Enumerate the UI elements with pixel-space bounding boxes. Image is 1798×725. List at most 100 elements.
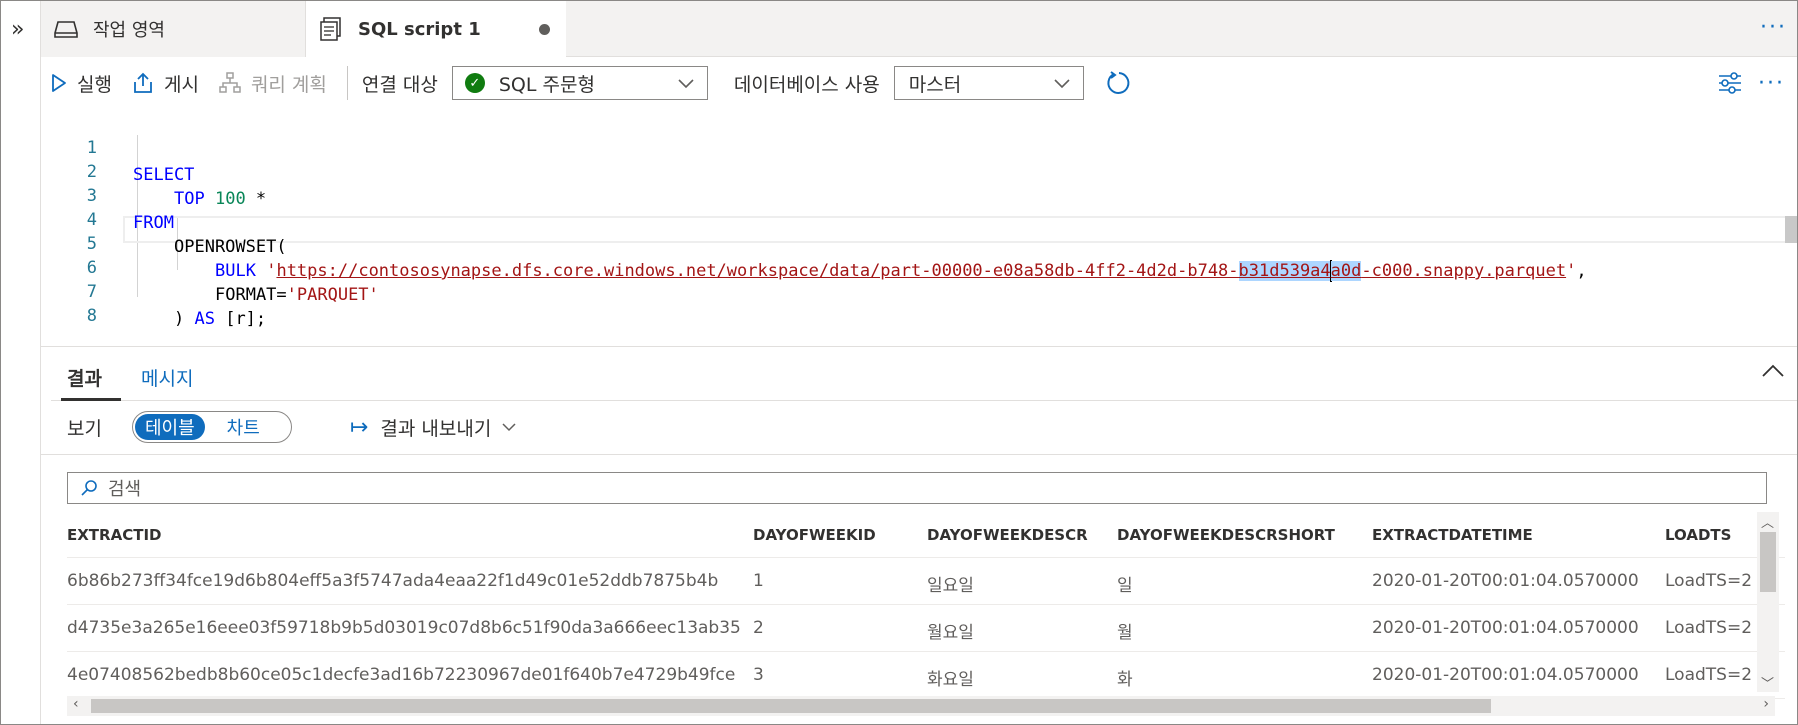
- table-cell: 일: [1117, 576, 1133, 596]
- table-cell: LoadTS=2: [1665, 665, 1753, 685]
- sql-script-icon: [318, 17, 344, 41]
- table-cell: 화: [1117, 670, 1133, 690]
- connection-dropdown[interactable]: ✓ SQL 주문형: [451, 66, 708, 100]
- results-tabs: 결과 메시지: [51, 347, 1797, 401]
- table-cell: 화요일: [927, 670, 974, 690]
- workspace-icon: [53, 18, 79, 40]
- tab-messages[interactable]: 메시지: [141, 364, 193, 391]
- code-line: 5 BULK 'https://contososynapse.dfs.core.…: [41, 204, 1797, 282]
- results-pane: 결과 메시지 보기 테이블 차트 ↦ 결과 내보내기 검색 EXTRACTID …: [41, 346, 1797, 724]
- publish-icon: [134, 72, 152, 93]
- table-cell: d4735e3a265e16eee03f59718b9b5d03019c07d8…: [67, 618, 741, 638]
- export-arrow-icon: ↦: [349, 414, 369, 440]
- vertical-scrollbar[interactable]: ︿ ﹀: [1757, 512, 1779, 692]
- sql-script-window: » 작업 영역 SQL script 1 ··· 실행 게시 쿼리 계획 연결 …: [0, 0, 1798, 725]
- scroll-down-icon[interactable]: ﹀: [1761, 673, 1774, 692]
- code-line: 4 OPENROWSET(: [41, 180, 1797, 257]
- view-table-option[interactable]: 테이블: [134, 414, 205, 440]
- table-cell: 6b86b273ff34fce19d6b804eff5a3f5747ada4ea…: [67, 571, 719, 591]
- export-label: 결과 내보내기: [380, 417, 492, 440]
- table-cell: 3: [753, 665, 764, 685]
- table-row[interactable]: 6b86b273ff34fce19d6b804eff5a3f5747ada4ea…: [67, 558, 1785, 605]
- tab-workspace[interactable]: 작업 영역: [41, 1, 306, 57]
- chevron-down-icon: [502, 423, 516, 432]
- table-row[interactable]: d4735e3a265e16eee03f59718b9b5d03019c07d8…: [67, 605, 1785, 652]
- active-tab-indicator: [61, 398, 121, 401]
- publish-label: 게시: [163, 73, 199, 96]
- run-label: 실행: [77, 73, 112, 96]
- code-line: 3 FROM: [41, 156, 1797, 233]
- results-table: EXTRACTID DAYOFWEEKID DAYOFWEEKDESCR DAY…: [67, 512, 1785, 724]
- scrollbar-thumb[interactable]: [1760, 532, 1776, 592]
- horizontal-scrollbar[interactable]: ‹ ›: [67, 696, 1775, 716]
- publish-button[interactable]: 게시: [122, 63, 209, 103]
- scroll-up-icon[interactable]: ︿: [1761, 512, 1774, 531]
- export-results-button[interactable]: ↦ 결과 내보내기: [350, 414, 517, 441]
- column-header[interactable]: EXTRACTDATETIME: [1372, 526, 1652, 544]
- chevron-down-icon: [678, 79, 694, 89]
- scroll-right-icon[interactable]: ›: [1763, 696, 1769, 712]
- code-line: 8: [41, 276, 1797, 326]
- run-button[interactable]: 실행: [41, 63, 122, 103]
- play-icon: [52, 74, 66, 92]
- table-header: EXTRACTID DAYOFWEEKID DAYOFWEEKDESCR DAY…: [67, 512, 1785, 558]
- toolbar: 실행 게시 쿼리 계획 연결 대상 ✓ SQL 주문형 데이터베이스 사용 마스…: [41, 58, 1797, 108]
- view-chart-option[interactable]: 차트: [205, 414, 260, 440]
- chevron-down-icon: [1054, 79, 1070, 89]
- database-dropdown[interactable]: 마스터: [893, 66, 1084, 100]
- column-header[interactable]: LOADTS: [1665, 526, 1755, 544]
- column-header[interactable]: DAYOFWEEKID: [753, 526, 913, 544]
- use-database-label: 데이터베이스 사용: [733, 73, 880, 96]
- scrollbar-thumb[interactable]: [91, 699, 1491, 713]
- table-cell: 2020-01-20T00:01:04.0570000: [1372, 665, 1639, 685]
- code-line: 6 FORMAT='PARQUET': [41, 228, 1797, 305]
- code-line: 2 TOP 100 *: [41, 132, 1797, 209]
- table-cell: LoadTS=2: [1665, 571, 1753, 591]
- table-cell: 월요일: [927, 623, 974, 643]
- view-toggle[interactable]: 테이블 차트: [131, 411, 292, 443]
- toolbar-right: ···: [1718, 58, 1785, 108]
- properties-icon[interactable]: [1718, 72, 1742, 94]
- chevron-up-icon[interactable]: [1761, 363, 1785, 379]
- line-number: 8: [86, 306, 97, 326]
- code-line: 7 ) AS [r];: [41, 252, 1797, 329]
- expand-panel-icon[interactable]: »: [11, 19, 24, 41]
- tab-sql-script[interactable]: SQL script 1: [306, 1, 566, 58]
- table-cell: 1: [753, 571, 764, 591]
- scroll-left-icon[interactable]: ‹: [73, 696, 79, 712]
- tab-results[interactable]: 결과: [67, 364, 102, 391]
- table-cell: 4e07408562bedb8b60ce05c1decfe3ad16b72230…: [67, 665, 736, 685]
- table-cell: LoadTS=2: [1665, 618, 1753, 638]
- code-editor[interactable]: 1 SELECT 2 TOP 100 * 3 FROM 4 OPENROWSET…: [41, 108, 1797, 346]
- table-row[interactable]: 4e07408562bedb8b60ce05c1decfe3ad16b72230…: [67, 652, 1785, 699]
- connection-value: SQL 주문형: [498, 73, 595, 96]
- code-line: 1 SELECT: [41, 108, 1797, 185]
- sql-text: [r];: [214, 309, 267, 329]
- column-header[interactable]: EXTRACTID: [67, 526, 747, 544]
- connect-to-label: 연결 대상: [361, 73, 438, 96]
- more-tabs-icon[interactable]: ···: [1760, 15, 1787, 40]
- unsaved-dot-icon[interactable]: [539, 24, 550, 35]
- sql-text: ): [174, 309, 195, 329]
- view-label: 보기: [67, 417, 102, 440]
- connected-check-icon: ✓: [464, 73, 485, 93]
- table-cell: 일요일: [927, 576, 974, 596]
- search-input[interactable]: 검색: [67, 472, 1767, 504]
- column-header[interactable]: DAYOFWEEKDESCR: [927, 526, 1107, 544]
- sql-keyword: AS: [194, 309, 215, 329]
- tab-sql-label: SQL script 1: [358, 18, 481, 40]
- query-plan-icon: [219, 72, 241, 93]
- table-cell: 2: [753, 618, 764, 638]
- left-rail: »: [1, 1, 41, 724]
- query-plan-button[interactable]: 쿼리 계획: [209, 63, 337, 103]
- table-cell: 월: [1117, 623, 1133, 643]
- search-icon: [81, 480, 97, 496]
- table-cell: 2020-01-20T00:01:04.0570000: [1372, 571, 1639, 591]
- query-plan-label: 쿼리 계획: [250, 73, 327, 96]
- view-row: 보기 테이블 차트 ↦ 결과 내보내기: [67, 409, 517, 445]
- column-header[interactable]: DAYOFWEEKDESCRSHORT: [1117, 526, 1367, 544]
- toolbar-divider: [346, 66, 348, 100]
- refresh-icon[interactable]: [1106, 70, 1132, 96]
- toolbar-more-icon[interactable]: ···: [1758, 71, 1785, 96]
- tab-workspace-label: 작업 영역: [93, 20, 165, 41]
